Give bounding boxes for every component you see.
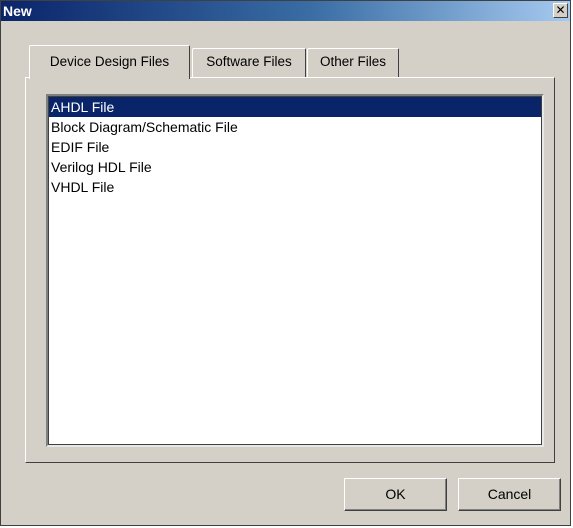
tab-software-files[interactable]: Software Files: [192, 48, 306, 78]
new-file-dialog: New ✕ Device Design Files Software Files…: [0, 0, 571, 526]
list-item-ahdl-file[interactable]: AHDL File: [49, 97, 541, 117]
list-item-edif-file[interactable]: EDIF File: [49, 137, 541, 157]
close-icon[interactable]: ✕: [553, 3, 568, 18]
dialog-title: New: [3, 3, 32, 19]
cancel-button[interactable]: Cancel: [458, 478, 561, 511]
title-bar[interactable]: New ✕: [1, 1, 570, 21]
file-type-list: AHDL File Block Diagram/Schematic File E…: [49, 97, 541, 197]
tab-device-design-files[interactable]: Device Design Files: [29, 45, 190, 79]
list-item-verilog-hdl-file[interactable]: Verilog HDL File: [49, 157, 541, 177]
tab-other-files[interactable]: Other Files: [307, 48, 399, 78]
list-item-block-diagram-schematic-file[interactable]: Block Diagram/Schematic File: [49, 117, 541, 137]
file-type-listbox[interactable]: AHDL File Block Diagram/Schematic File E…: [46, 94, 544, 447]
tab-panel-device-design-files: AHDL File Block Diagram/Schematic File E…: [25, 77, 555, 463]
ok-button[interactable]: OK: [344, 478, 447, 511]
list-item-vhdl-file[interactable]: VHDL File: [49, 177, 541, 197]
